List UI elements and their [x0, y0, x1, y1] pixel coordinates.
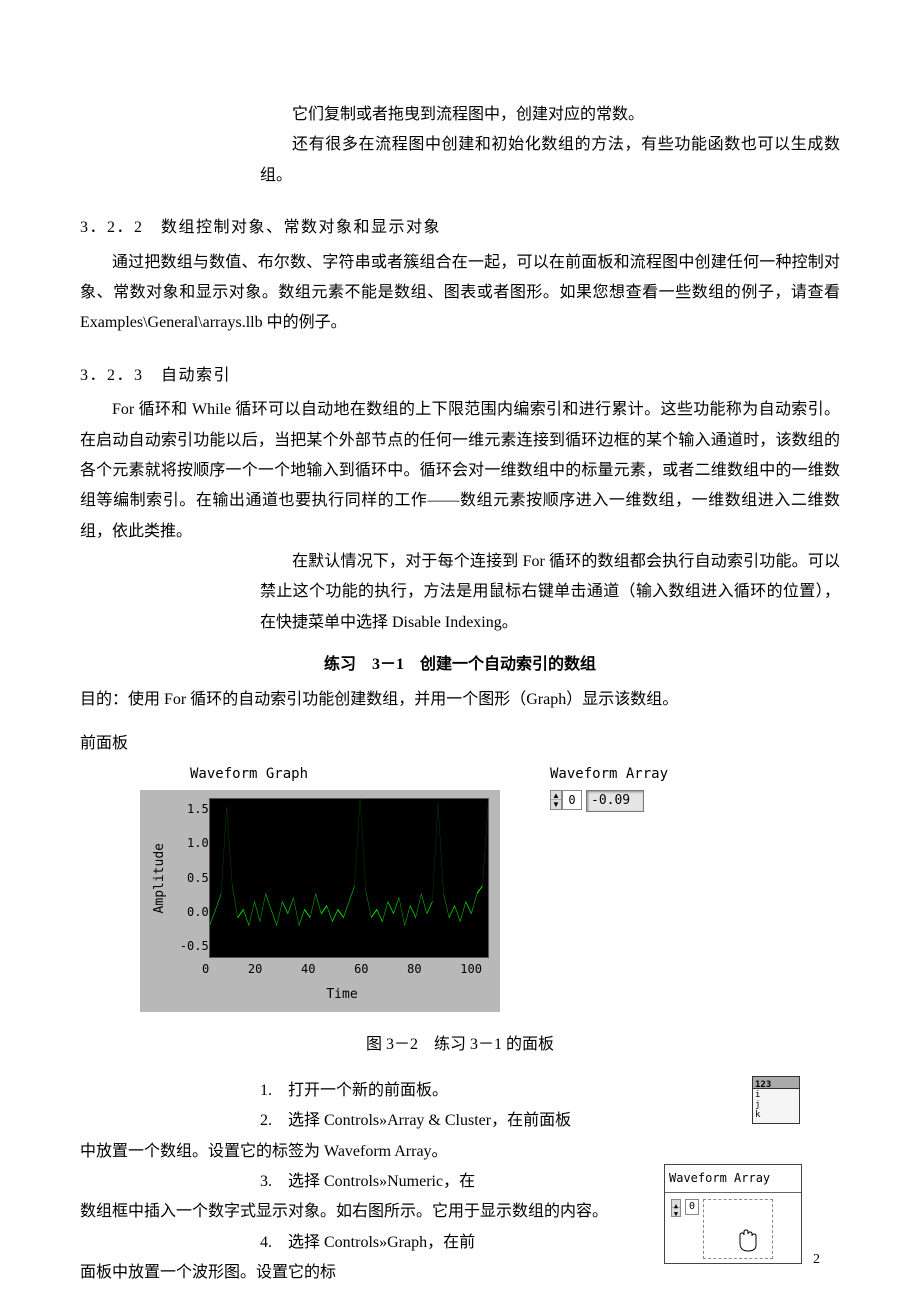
page-number: 2 — [813, 1247, 820, 1274]
figure-row: Waveform Graph Amplitude 1.5 1.0 0.5 0.0… — [140, 761, 840, 1011]
hand-cursor-icon — [736, 1229, 764, 1253]
icon-header: 123 — [753, 1077, 799, 1089]
graph-xlabel: Time — [202, 983, 482, 1008]
waveform-graph-panel: Waveform Graph Amplitude 1.5 1.0 0.5 0.0… — [140, 761, 500, 1011]
step-3a: 3.选择 Controls»Numeric，在 — [260, 1167, 660, 1197]
mini-index[interactable]: 0 — [685, 1199, 699, 1215]
step-2a: 2.选择 Controls»Array & Cluster，在前面板 — [260, 1106, 820, 1136]
step-1: 1.打开一个新的前面板。 — [260, 1076, 820, 1106]
intro-line1: 它们复制或者拖曳到流程图中，创建对应的常数。 — [260, 100, 840, 130]
graph-yticks: 1.5 1.0 0.5 0.0 -0.5 — [175, 798, 209, 958]
graph-title: Waveform Graph — [190, 761, 500, 788]
graph-plot-area — [209, 798, 489, 958]
exercise-title: 练习 3－1 创建一个自动索引的数组 — [80, 650, 840, 680]
graph-xticks: 0 20 40 60 80 100 — [202, 958, 482, 981]
section-322-title: 3．2．2 数组控制对象、常数对象和显示对象 — [80, 213, 840, 243]
intro-line2: 还有很多在流程图中创建和初始化数组的方法，有些功能函数也可以生成数组。 — [260, 130, 840, 191]
step-4b: 面板中放置一个波形图。设置它的标 — [80, 1258, 660, 1288]
array-cluster-icon: 123 ijk — [752, 1076, 800, 1124]
array-title: Waveform Array — [550, 761, 668, 788]
array-value: -0.09 — [586, 790, 644, 812]
steps-block: 123 ijk 1.打开一个新的前面板。 2.选择 Controls»Array… — [80, 1076, 840, 1289]
section-322-para: 通过把数组与数值、布尔数、字符串或者簇组合在一起，可以在前面板和流程图中创建任何… — [80, 248, 840, 339]
step-4a: 4.选择 Controls»Graph，在前 — [260, 1228, 660, 1258]
section-323-title: 3．2．3 自动索引 — [80, 361, 840, 391]
graph-ylabel: Amplitude — [148, 843, 173, 913]
mini-panel-title: Waveform Array — [665, 1165, 801, 1193]
index-spinner[interactable]: ▲▼ — [550, 790, 562, 810]
mini-index-spinner[interactable]: ▲▼ — [671, 1199, 681, 1217]
step-2b: 中放置一个数组。设置它的标签为 Waveform Array。 — [80, 1137, 840, 1167]
section-323-para1: For 循环和 While 循环可以自动地在数组的上下限范围内编索引和进行累计。… — [80, 395, 840, 547]
mini-waveform-array-panel: Waveform Array ▲▼ 0 — [664, 1164, 802, 1264]
exercise-objective: 目的：使用 For 循环的自动索引功能创建数组，并用一个图形（Graph）显示该… — [80, 685, 840, 715]
mini-drop-area[interactable] — [703, 1199, 773, 1259]
waveform-array-panel: Waveform Array ▲▼ 0 -0.09 — [550, 761, 668, 812]
front-panel-label: 前面板 — [80, 729, 840, 759]
figure-caption: 图 3－2 练习 3－1 的面板 — [80, 1030, 840, 1060]
step-3b: 数组框中插入一个数字式显示对象。如右图所示。它用于显示数组的内容。 — [80, 1197, 660, 1227]
section-323-para2: 在默认情况下，对于每个连接到 For 循环的数组都会执行自动索引功能。可以禁止这… — [260, 547, 840, 638]
array-index[interactable]: 0 — [562, 790, 582, 810]
